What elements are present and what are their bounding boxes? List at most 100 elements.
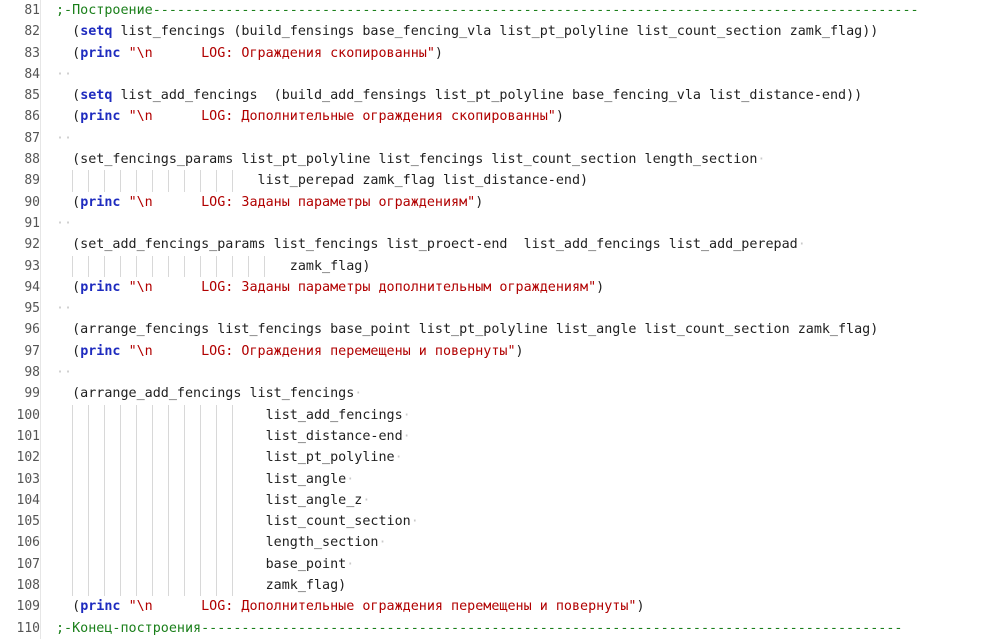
code-text: list_angle· xyxy=(56,469,355,490)
line-number: 85 xyxy=(24,88,40,104)
keyword-token: princ xyxy=(80,599,121,615)
code-line[interactable]: 90 (princ "\n LOG: Заданы параметры огра… xyxy=(0,191,1000,213)
code-line[interactable]: 91 ·· xyxy=(0,212,1000,235)
code-token: ( xyxy=(56,88,81,104)
code-line[interactable]: 81 ;-Построение--------------------------… xyxy=(0,0,1000,22)
indent-guide xyxy=(184,404,185,597)
indent-guide xyxy=(152,170,153,192)
code-token: list_distance-end xyxy=(56,428,403,444)
code-line[interactable]: 105 list_count_section· xyxy=(0,511,1000,533)
line-number: 106 xyxy=(16,535,40,551)
line-number: 98 xyxy=(24,365,40,381)
gutter-divider xyxy=(40,255,51,277)
code-line[interactable]: 107 base_point· xyxy=(0,553,1000,576)
code-text: (princ "\n LOG: Заданы параметры дополни… xyxy=(56,277,604,298)
line-number: 87 xyxy=(24,130,40,146)
code-token: zamk_flag) xyxy=(56,578,347,594)
code-token: ( xyxy=(56,45,81,61)
whitespace-marker: · xyxy=(346,471,355,487)
line-number: 96 xyxy=(24,322,40,338)
gutter-divider xyxy=(40,212,51,235)
line-number: 82 xyxy=(24,24,40,40)
gutter-divider xyxy=(40,0,51,22)
code-token: list_add_fencings xyxy=(56,407,403,423)
code-line[interactable]: 100 list_add_fencings· xyxy=(0,404,1000,426)
gutter-divider xyxy=(40,276,51,299)
code-text: ;-Построение----------------------------… xyxy=(56,0,919,21)
code-text: ;-Конец-построения----------------------… xyxy=(56,618,903,639)
indent-guide xyxy=(232,404,233,597)
indent-guide xyxy=(120,404,121,597)
indent-guide xyxy=(136,404,137,597)
code-text: (set_fencings_params list_pt_polyline li… xyxy=(56,149,765,170)
code-line[interactable]: 106 length_section· xyxy=(0,532,1000,554)
code-line[interactable]: 89 list_perepad zamk_flag list_distance-… xyxy=(0,170,1000,192)
indent-guide xyxy=(136,255,137,277)
code-text: base_point· xyxy=(56,554,355,575)
code-line[interactable]: 110 ;-Конец-построения-------------------… xyxy=(0,617,1000,639)
line-number: 100 xyxy=(16,407,40,423)
indent-guide xyxy=(120,255,121,277)
code-token: list_count_section xyxy=(56,514,411,530)
code-line[interactable]: 96 (arrange_fencings list_fencings base_… xyxy=(0,319,1000,341)
line-number: 102 xyxy=(16,450,40,466)
indent-guide xyxy=(120,170,121,192)
code-line[interactable]: 82 (setq list_fencings (build_fensings b… xyxy=(0,21,1000,43)
gutter-divider xyxy=(40,575,51,597)
code-text: (princ "\n LOG: Дополнительные ограждени… xyxy=(56,106,564,127)
code-line[interactable]: 83 (princ "\n LOG: Ограждения скопирован… xyxy=(0,42,1000,64)
whitespace-marker: · xyxy=(410,514,419,530)
comment-token: ;-Конец-построения----------------------… xyxy=(56,620,903,636)
code-line[interactable]: 86 (princ "\n LOG: Дополнительные огражд… xyxy=(0,106,1000,128)
indent-guide xyxy=(104,404,105,597)
code-editor[interactable]: 81 ;-Построение--------------------------… xyxy=(0,0,1000,639)
code-line[interactable]: 101 list_distance-end· xyxy=(0,425,1000,448)
code-line[interactable]: 108 zamk_flag) xyxy=(0,575,1000,597)
indent-guide xyxy=(232,255,233,277)
code-token: (arrange_fencings list_fencings base_poi… xyxy=(56,322,879,338)
indent-guide xyxy=(232,170,233,192)
line-number: 94 xyxy=(24,279,40,295)
code-text: length_section· xyxy=(56,532,387,553)
code-line[interactable]: 92 (set_add_fencings_params list_fencing… xyxy=(0,234,1000,256)
code-text: ·· xyxy=(56,213,72,234)
whitespace-marker: ·· xyxy=(56,66,73,82)
whitespace-marker: · xyxy=(346,556,355,572)
code-line[interactable]: 93 zamk_flag) xyxy=(0,255,1000,277)
code-text: list_distance-end· xyxy=(56,426,411,447)
code-line[interactable]: 85 (setq list_add_fencings (build_add_fe… xyxy=(0,85,1000,107)
code-line[interactable]: 94 (princ "\n LOG: Заданы параметры допо… xyxy=(0,276,1000,299)
gutter-divider xyxy=(40,21,51,43)
code-line[interactable]: 97 (princ "\n LOG: Ограждения перемещены… xyxy=(0,340,1000,363)
code-line[interactable]: 87 ·· xyxy=(0,127,1000,150)
line-number: 92 xyxy=(24,237,40,253)
indent-guide xyxy=(216,170,217,192)
indent-guide xyxy=(248,255,249,277)
line-number: 95 xyxy=(24,301,40,317)
code-line[interactable]: 103 list_angle· xyxy=(0,468,1000,490)
code-line[interactable]: 104 list_angle_z· xyxy=(0,489,1000,512)
gutter-divider xyxy=(40,319,51,341)
code-line[interactable]: 98 ·· xyxy=(0,362,1000,384)
code-line[interactable]: 102 list_pt_polyline· xyxy=(0,447,1000,469)
code-line[interactable]: 95 ·· xyxy=(0,298,1000,320)
whitespace-marker: ·· xyxy=(56,365,73,381)
indent-guide xyxy=(152,404,153,597)
keyword-token: princ xyxy=(80,343,121,359)
code-token: ( xyxy=(56,279,81,295)
code-line[interactable]: 99 (arrange_add_fencings list_fencings· xyxy=(0,383,1000,405)
line-number: 103 xyxy=(16,471,40,487)
string-token: "\n LOG: Дополнительные ограждения скопи… xyxy=(128,109,556,125)
code-line[interactable]: 84 ·· xyxy=(0,63,1000,86)
code-line[interactable]: 88 (set_fencings_params list_pt_polyline… xyxy=(0,149,1000,171)
code-line[interactable]: 109 (princ "\n LOG: Дополнительные ограж… xyxy=(0,596,1000,618)
gutter-divider xyxy=(40,106,51,128)
gutter-divider xyxy=(40,468,51,490)
line-number: 86 xyxy=(24,109,40,125)
code-text: ·· xyxy=(56,128,72,149)
gutter-divider xyxy=(40,511,51,533)
gutter-divider xyxy=(40,85,51,107)
code-text: ·· xyxy=(56,362,72,383)
string-token: "\n LOG: Дополнительные ограждения перем… xyxy=(128,599,637,615)
